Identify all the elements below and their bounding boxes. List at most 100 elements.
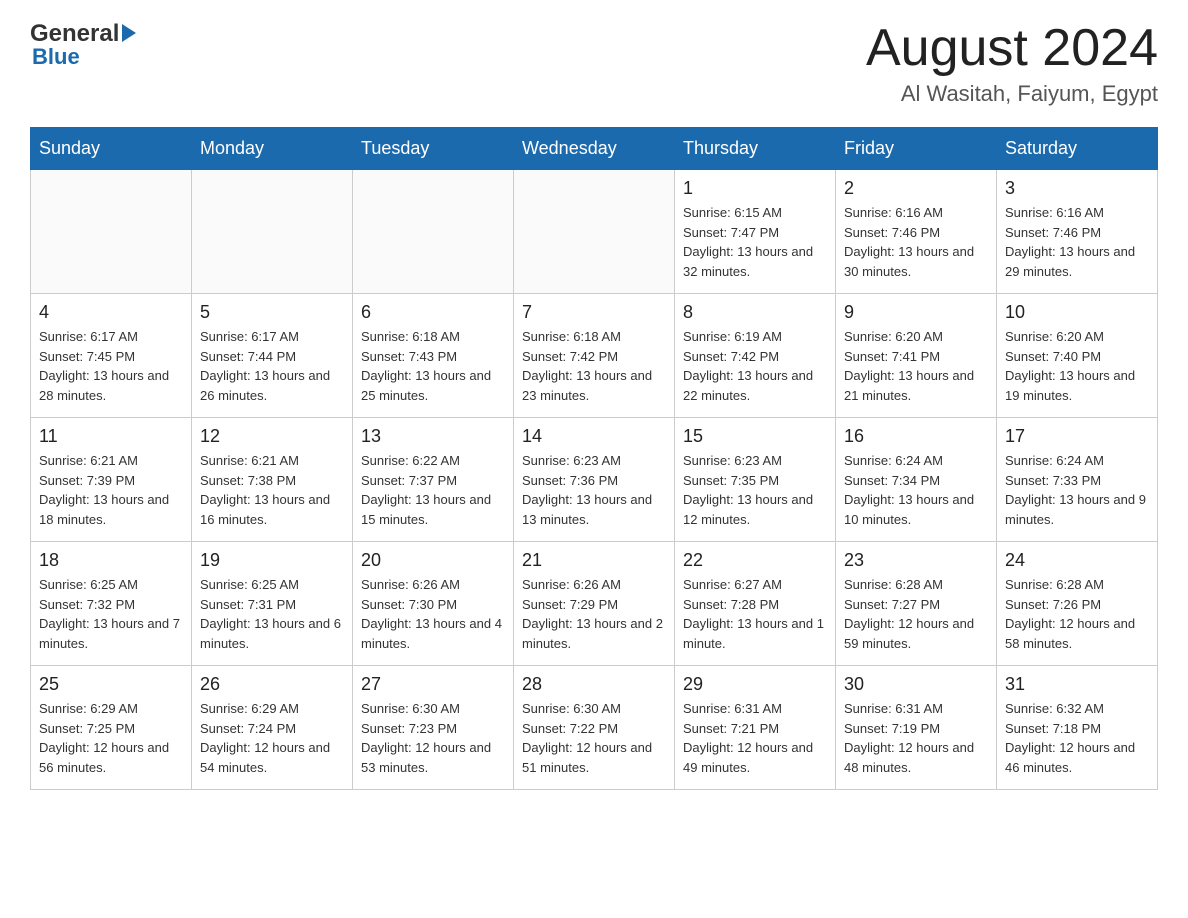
col-sunday: Sunday xyxy=(31,128,192,170)
table-row: 13Sunrise: 6:22 AMSunset: 7:37 PMDayligh… xyxy=(353,418,514,542)
day-info: Sunrise: 6:26 AMSunset: 7:30 PMDaylight:… xyxy=(361,575,505,653)
calendar-week-row: 25Sunrise: 6:29 AMSunset: 7:25 PMDayligh… xyxy=(31,666,1158,790)
day-info: Sunrise: 6:25 AMSunset: 7:31 PMDaylight:… xyxy=(200,575,344,653)
day-info: Sunrise: 6:25 AMSunset: 7:32 PMDaylight:… xyxy=(39,575,183,653)
day-number: 5 xyxy=(200,302,344,323)
day-number: 18 xyxy=(39,550,183,571)
calendar-week-row: 4Sunrise: 6:17 AMSunset: 7:45 PMDaylight… xyxy=(31,294,1158,418)
col-saturday: Saturday xyxy=(997,128,1158,170)
table-row: 24 Sunrise: 6:28 AMSunset: 7:26 PMDayligh… xyxy=(997,542,1158,666)
day-number: 28 xyxy=(522,674,666,695)
day-info: Sunrise: 6:29 AMSunset: 7:25 PMDaylight:… xyxy=(39,699,183,777)
day-info: Sunrise: 6:32 AMSunset: 7:18 PMDaylight:… xyxy=(1005,699,1149,777)
table-row: 29 Sunrise: 6:31 AMSunset: 7:21 PMDayligh… xyxy=(675,666,836,790)
day-number: 7 xyxy=(522,302,666,323)
day-number: 11 xyxy=(39,426,183,447)
day-number: 15 xyxy=(683,426,827,447)
title-block: August 2024 Al Wasitah, Faiyum, Egypt xyxy=(866,20,1158,107)
day-info: Sunrise: 6:20 AMSunset: 7:41 PMDaylight:… xyxy=(844,327,988,405)
col-tuesday: Tuesday xyxy=(353,128,514,170)
day-info: Sunrise: 6:20 AMSunset: 7:40 PMDaylight:… xyxy=(1005,327,1149,405)
day-number: 27 xyxy=(361,674,505,695)
logo: General Blue xyxy=(30,20,136,70)
table-row: 20 Sunrise: 6:26 AMSunset: 7:30 PMDayligh… xyxy=(353,542,514,666)
day-info: Sunrise: 6:30 AMSunset: 7:23 PMDaylight:… xyxy=(361,699,505,777)
table-row xyxy=(192,170,353,294)
day-info: Sunrise: 6:18 AMSunset: 7:42 PMDaylight:… xyxy=(522,327,666,405)
table-row xyxy=(514,170,675,294)
day-number: 1 xyxy=(683,178,827,199)
table-row: 4Sunrise: 6:17 AMSunset: 7:45 PMDaylight… xyxy=(31,294,192,418)
day-number: 30 xyxy=(844,674,988,695)
table-row: 19 Sunrise: 6:25 AMSunset: 7:31 PMDayligh… xyxy=(192,542,353,666)
table-row: 5 Sunrise: 6:17 AMSunset: 7:44 PMDaylight… xyxy=(192,294,353,418)
day-number: 12 xyxy=(200,426,344,447)
table-row: 28 Sunrise: 6:30 AMSunset: 7:22 PMDayligh… xyxy=(514,666,675,790)
day-info: Sunrise: 6:30 AMSunset: 7:22 PMDaylight:… xyxy=(522,699,666,777)
day-number: 29 xyxy=(683,674,827,695)
calendar-week-row: 1Sunrise: 6:15 AMSunset: 7:47 PMDaylight… xyxy=(31,170,1158,294)
table-row: 27 Sunrise: 6:30 AMSunset: 7:23 PMDayligh… xyxy=(353,666,514,790)
table-row: 30 Sunrise: 6:31 AMSunset: 7:19 PMDayligh… xyxy=(836,666,997,790)
table-row: 17 Sunrise: 6:24 AMSunset: 7:33 PMDayligh… xyxy=(997,418,1158,542)
table-row xyxy=(31,170,192,294)
day-number: 20 xyxy=(361,550,505,571)
month-title: August 2024 xyxy=(866,20,1158,77)
calendar-table: Sunday Monday Tuesday Wednesday Thursday… xyxy=(30,127,1158,790)
table-row: 10Sunrise: 6:20 AMSunset: 7:40 PMDayligh… xyxy=(997,294,1158,418)
day-number: 9 xyxy=(844,302,988,323)
table-row: 3 Sunrise: 6:16 AMSunset: 7:46 PMDaylight… xyxy=(997,170,1158,294)
day-info: Sunrise: 6:16 AMSunset: 7:46 PMDaylight:… xyxy=(1005,203,1149,281)
day-info: Sunrise: 6:21 AMSunset: 7:39 PMDaylight:… xyxy=(39,451,183,529)
day-info: Sunrise: 6:28 AMSunset: 7:26 PMDaylight:… xyxy=(1005,575,1149,653)
day-info: Sunrise: 6:31 AMSunset: 7:21 PMDaylight:… xyxy=(683,699,827,777)
page-header: General Blue August 2024 Al Wasitah, Fai… xyxy=(30,20,1158,107)
table-row: 18 Sunrise: 6:25 AMSunset: 7:32 PMDayligh… xyxy=(31,542,192,666)
day-info: Sunrise: 6:16 AMSunset: 7:46 PMDaylight:… xyxy=(844,203,988,281)
col-friday: Friday xyxy=(836,128,997,170)
calendar-week-row: 18 Sunrise: 6:25 AMSunset: 7:32 PMDayligh… xyxy=(31,542,1158,666)
day-info: Sunrise: 6:18 AMSunset: 7:43 PMDaylight:… xyxy=(361,327,505,405)
day-number: 19 xyxy=(200,550,344,571)
table-row: 8 Sunrise: 6:19 AMSunset: 7:42 PMDaylight… xyxy=(675,294,836,418)
day-number: 31 xyxy=(1005,674,1149,695)
table-row: 26Sunrise: 6:29 AMSunset: 7:24 PMDayligh… xyxy=(192,666,353,790)
table-row: 15Sunrise: 6:23 AMSunset: 7:35 PMDayligh… xyxy=(675,418,836,542)
table-row: 22Sunrise: 6:27 AMSunset: 7:28 PMDayligh… xyxy=(675,542,836,666)
day-info: Sunrise: 6:19 AMSunset: 7:42 PMDaylight:… xyxy=(683,327,827,405)
table-row: 12Sunrise: 6:21 AMSunset: 7:38 PMDayligh… xyxy=(192,418,353,542)
location-title: Al Wasitah, Faiyum, Egypt xyxy=(866,81,1158,107)
day-info: Sunrise: 6:29 AMSunset: 7:24 PMDaylight:… xyxy=(200,699,344,777)
table-row: 16Sunrise: 6:24 AMSunset: 7:34 PMDayligh… xyxy=(836,418,997,542)
table-row: 2Sunrise: 6:16 AMSunset: 7:46 PMDaylight… xyxy=(836,170,997,294)
day-number: 24 xyxy=(1005,550,1149,571)
day-number: 16 xyxy=(844,426,988,447)
day-info: Sunrise: 6:23 AMSunset: 7:36 PMDaylight:… xyxy=(522,451,666,529)
day-number: 8 xyxy=(683,302,827,323)
col-thursday: Thursday xyxy=(675,128,836,170)
table-row: 31 Sunrise: 6:32 AMSunset: 7:18 PMDayligh… xyxy=(997,666,1158,790)
calendar-week-row: 11 Sunrise: 6:21 AMSunset: 7:39 PMDayligh… xyxy=(31,418,1158,542)
day-info: Sunrise: 6:22 AMSunset: 7:37 PMDaylight:… xyxy=(361,451,505,529)
day-info: Sunrise: 6:28 AMSunset: 7:27 PMDaylight:… xyxy=(844,575,988,653)
day-info: Sunrise: 6:26 AMSunset: 7:29 PMDaylight:… xyxy=(522,575,666,653)
day-number: 17 xyxy=(1005,426,1149,447)
day-info: Sunrise: 6:24 AMSunset: 7:33 PMDaylight:… xyxy=(1005,451,1149,529)
day-info: Sunrise: 6:17 AMSunset: 7:45 PMDaylight:… xyxy=(39,327,183,405)
table-row: 7 Sunrise: 6:18 AMSunset: 7:42 PMDaylight… xyxy=(514,294,675,418)
table-row xyxy=(353,170,514,294)
calendar-header-row: Sunday Monday Tuesday Wednesday Thursday… xyxy=(31,128,1158,170)
day-info: Sunrise: 6:31 AMSunset: 7:19 PMDaylight:… xyxy=(844,699,988,777)
table-row: 14 Sunrise: 6:23 AMSunset: 7:36 PMDayligh… xyxy=(514,418,675,542)
day-number: 3 xyxy=(1005,178,1149,199)
day-info: Sunrise: 6:17 AMSunset: 7:44 PMDaylight:… xyxy=(200,327,344,405)
table-row: 11 Sunrise: 6:21 AMSunset: 7:39 PMDayligh… xyxy=(31,418,192,542)
logo-arrow-icon xyxy=(122,24,136,47)
day-number: 21 xyxy=(522,550,666,571)
table-row: 23 Sunrise: 6:28 AMSunset: 7:27 PMDayligh… xyxy=(836,542,997,666)
col-monday: Monday xyxy=(192,128,353,170)
day-number: 14 xyxy=(522,426,666,447)
table-row: 6Sunrise: 6:18 AMSunset: 7:43 PMDaylight… xyxy=(353,294,514,418)
day-number: 23 xyxy=(844,550,988,571)
table-row: 1Sunrise: 6:15 AMSunset: 7:47 PMDaylight… xyxy=(675,170,836,294)
